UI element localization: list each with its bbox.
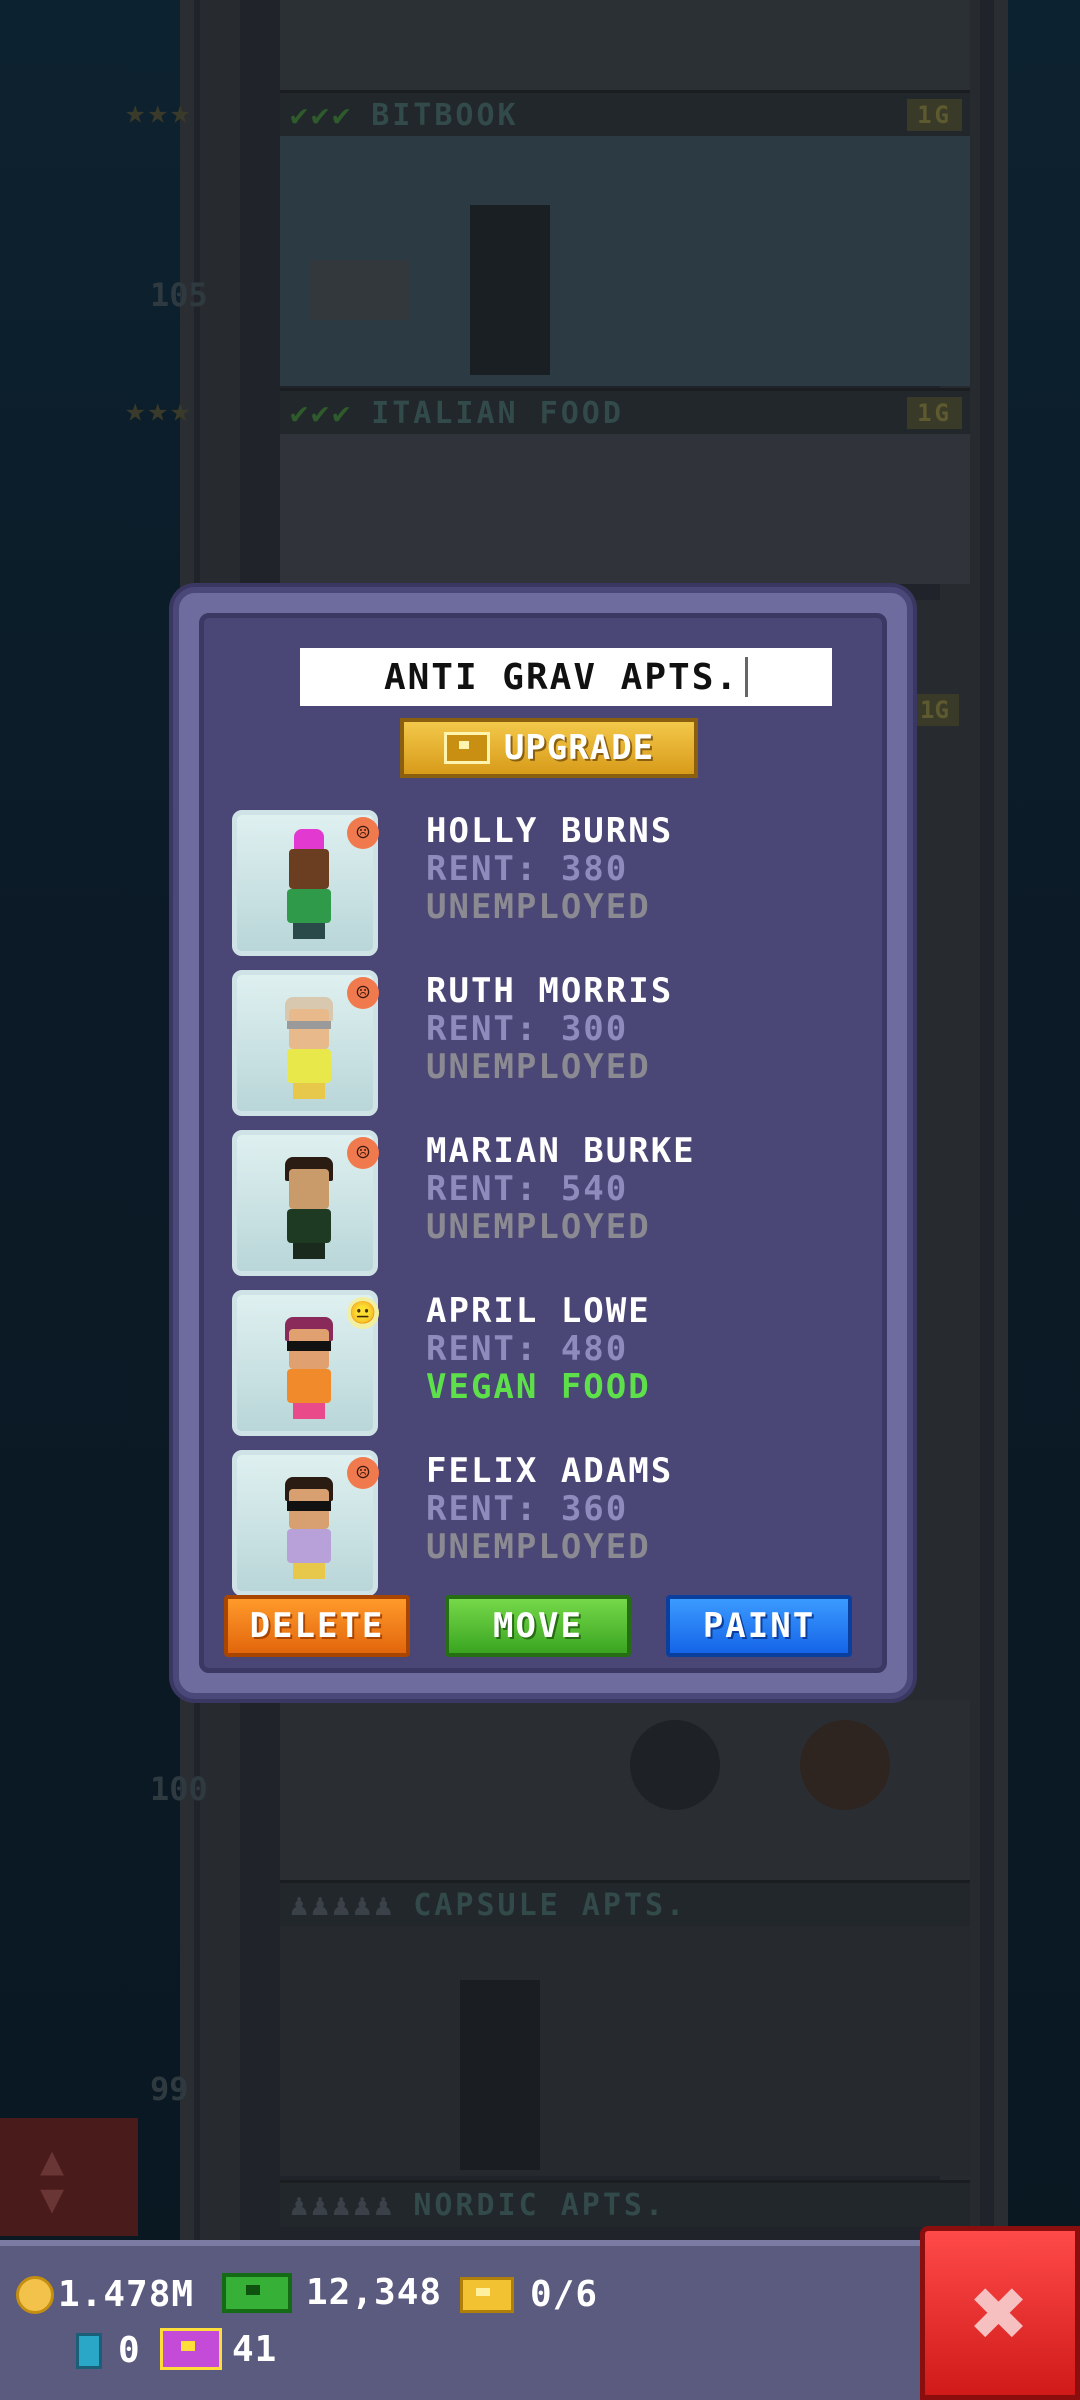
floor-name: BITBOOK: [371, 97, 519, 133]
sad-face-icon: ☹: [347, 977, 379, 1009]
golden-tickets-stat[interactable]: 41: [160, 2328, 277, 2370]
floor-stars: ★★★: [125, 92, 193, 132]
floor-name: ITALIAN FOOD: [371, 395, 624, 431]
resident-job: VEGAN FOOD: [426, 1367, 651, 1407]
keys-value: 0: [118, 2330, 141, 2371]
resident-name: RUTH MORRIS: [426, 971, 674, 1011]
floor-bitbook-label[interactable]: ✔✔✔ BITBOOK 1G: [280, 90, 970, 137]
coin-icon: [16, 2275, 54, 2314]
resident-avatar[interactable]: 😐: [232, 1290, 379, 1436]
office-screen: [310, 260, 410, 320]
resident-name: HOLLY BURNS: [426, 811, 674, 851]
coins-stat[interactable]: 1.478M: [16, 2274, 194, 2315]
floor-name: CAPSULE APTS.: [413, 1887, 688, 1923]
floor-italian-food-label[interactable]: ✔✔✔ ITALIAN FOOD 1G: [280, 388, 970, 435]
bitizen-sprite: [281, 1477, 337, 1587]
washing-machine: [630, 1720, 720, 1810]
floor-number: 99: [150, 2070, 189, 2108]
resident-rent: RENT: 480: [426, 1329, 629, 1369]
resident-row[interactable]: 😐 APRIL LOWE RENT: 480 VEGAN FOOD: [232, 1290, 752, 1440]
resident-job: UNEMPLOYED: [426, 1207, 651, 1247]
door: [460, 1980, 540, 2170]
close-button[interactable]: ✖: [920, 2226, 1080, 2400]
floor-stars: ★★★: [125, 390, 193, 430]
bitizen-sprite: [281, 997, 337, 1107]
floor-number: 100: [150, 1770, 208, 1808]
resident-info: RUTH MORRIS RENT: 300 UNEMPLOYED: [426, 972, 673, 1086]
resident-avatar[interactable]: ☹: [232, 970, 379, 1116]
resident-rent: RENT: 360: [426, 1489, 629, 1529]
keys-stat[interactable]: 0: [76, 2330, 141, 2371]
floor-checks: ✔✔✔: [290, 97, 354, 133]
elevator-scroll-button[interactable]: ▲ ▼: [0, 2118, 138, 2236]
resident-job: UNEMPLOYED: [426, 1047, 651, 1087]
resident-info: MARIAN BURKE RENT: 540 UNEMPLOYED: [426, 1132, 696, 1246]
bitizen-sprite: [281, 1157, 337, 1267]
sad-face-icon: ☹: [347, 1457, 379, 1489]
golden-ticket-icon: [160, 2328, 222, 2370]
resident-job: UNEMPLOYED: [426, 887, 651, 927]
upgrade-label: UPGRADE: [503, 728, 655, 768]
floor-pill: 1G: [910, 694, 959, 726]
floor-name-text: ANTI GRAV APTS.: [383, 656, 740, 698]
delete-button[interactable]: DELETE: [224, 1595, 410, 1657]
bux-value: 12,348: [306, 2272, 443, 2313]
sad-face-icon: ☹: [347, 1137, 379, 1169]
arrow-down-icon: ▼: [40, 2176, 65, 2222]
vip-ticket-icon: [443, 732, 490, 764]
bitizen-sprite: [281, 1317, 337, 1427]
neutral-face-icon: 😐: [347, 1297, 379, 1329]
floor-nordic-apts-label[interactable]: ♟♟♟♟♟ NORDIC APTS.: [280, 2180, 970, 2227]
vip-ticket-icon: [460, 2276, 514, 2313]
resident-avatar[interactable]: ☹: [232, 1130, 379, 1276]
floor-info-dialog: ANTI GRAV APTS. UPGRADE ☹ HOLLY BURNS RE…: [173, 587, 913, 1699]
resident-row[interactable]: ☹ MARIAN BURKE RENT: 540 UNEMPLOYED: [232, 1130, 752, 1280]
upgrade-button[interactable]: UPGRADE: [400, 718, 698, 778]
vip-value: 0/6: [530, 2274, 599, 2315]
sad-face-icon: ☹: [347, 817, 379, 849]
resident-info: APRIL LOWE RENT: 480 VEGAN FOOD: [426, 1292, 651, 1406]
resident-name: FELIX ADAMS: [426, 1451, 674, 1491]
resident-row[interactable]: ☹ FELIX ADAMS RENT: 360 UNEMPLOYED: [232, 1450, 752, 1600]
resident-name: MARIAN BURKE: [426, 1131, 696, 1171]
floor-residents-icons: ♟♟♟♟♟: [290, 1887, 396, 1923]
golden-tickets-value: 41: [232, 2328, 278, 2370]
floor-pill: 1G: [907, 397, 962, 429]
resident-name: APRIL LOWE: [426, 1291, 651, 1331]
coins-value: 1.478M: [58, 2274, 195, 2315]
floor-number: 105: [150, 276, 208, 314]
floor-italian-food-room[interactable]: [280, 434, 970, 584]
resident-row[interactable]: ☹ HOLLY BURNS RENT: 380 UNEMPLOYED: [232, 810, 752, 960]
floor-name: NORDIC APTS.: [413, 2187, 667, 2223]
washing-machine: [800, 1720, 890, 1810]
resident-avatar[interactable]: ☹: [232, 810, 379, 956]
resident-rent: RENT: 380: [426, 849, 629, 889]
paint-button[interactable]: PAINT: [666, 1595, 852, 1657]
floor-checks: ✔✔✔: [290, 395, 354, 431]
resident-info: FELIX ADAMS RENT: 360 UNEMPLOYED: [426, 1452, 673, 1566]
currency-bar: 1.478M 12,348 0/6 0 41: [0, 2240, 930, 2400]
resident-info: HOLLY BURNS RENT: 380 UNEMPLOYED: [426, 812, 673, 926]
floor-residents-icons: ♟♟♟♟♟: [290, 2187, 396, 2223]
bux-icon: [222, 2272, 292, 2313]
bux-stat[interactable]: 12,348: [222, 2272, 442, 2313]
dialog-panel: ANTI GRAV APTS. UPGRADE ☹ HOLLY BURNS RE…: [199, 613, 887, 1673]
floor-pill: 1G: [907, 99, 962, 131]
floor-room[interactable]: [280, 0, 970, 90]
close-icon: ✖: [971, 2257, 1029, 2369]
door: [470, 205, 550, 375]
floor-capsule-apts-label[interactable]: ♟♟♟♟♟ CAPSULE APTS.: [280, 1880, 970, 1927]
resident-row[interactable]: ☹ RUTH MORRIS RENT: 300 UNEMPLOYED: [232, 970, 752, 1120]
bitizen-sprite: [281, 829, 337, 947]
key-icon: [76, 2332, 102, 2369]
resident-rent: RENT: 300: [426, 1009, 629, 1049]
move-button[interactable]: MOVE: [445, 1595, 631, 1657]
floor-name-input[interactable]: ANTI GRAV APTS.: [300, 648, 832, 706]
resident-avatar[interactable]: ☹: [232, 1450, 379, 1596]
floor-capsule-apts-room[interactable]: [280, 1926, 970, 2176]
resident-job: UNEMPLOYED: [426, 1527, 651, 1567]
resident-rent: RENT: 540: [426, 1169, 629, 1209]
text-caret: [745, 657, 749, 697]
vip-stat[interactable]: 0/6: [460, 2274, 598, 2315]
